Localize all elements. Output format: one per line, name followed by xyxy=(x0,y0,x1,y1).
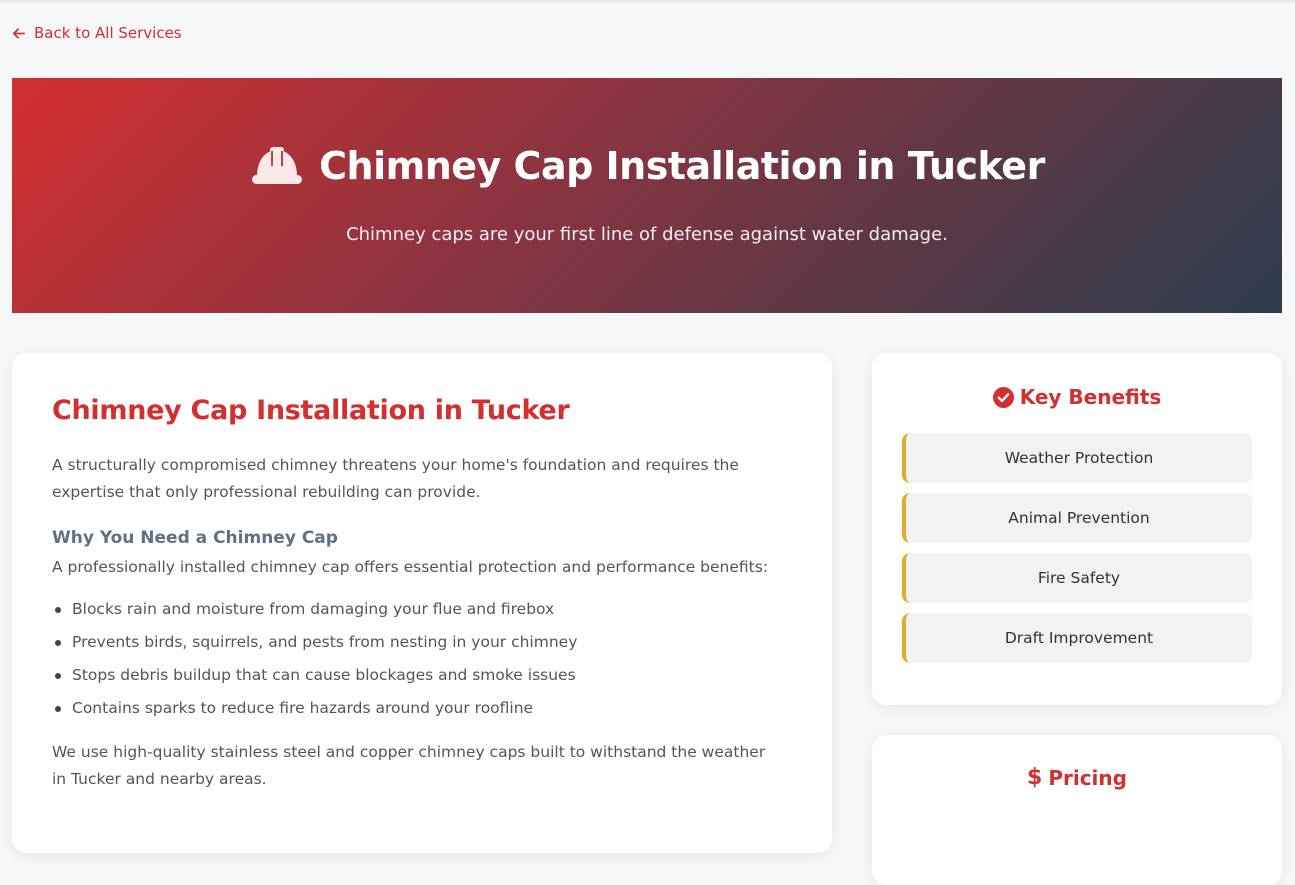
intro-paragraph: A structurally compromised chimney threa… xyxy=(52,456,739,501)
back-to-services-link[interactable]: Back to All Services xyxy=(11,24,182,42)
back-link-label: Back to All Services xyxy=(34,24,182,42)
arrow-left-icon xyxy=(12,27,25,39)
top-shadow xyxy=(0,0,1295,4)
list-item: Stops debris buildup that can cause bloc… xyxy=(52,659,792,692)
why-subheading: Why You Need a Chimney Cap xyxy=(52,528,338,548)
check-circle-icon xyxy=(992,386,1014,408)
hero-subtitle: Chimney caps are your first line of defe… xyxy=(346,224,948,245)
list-item: Prevents birds, squirrels, and pests fro… xyxy=(52,626,792,659)
closing-paragraph: We use high-quality stainless steel and … xyxy=(52,743,766,788)
benefit-item: Animal Prevention xyxy=(902,493,1252,543)
benefit-bullets: Blocks rain and moisture from damaging y… xyxy=(52,593,792,725)
lead-paragraph: A professionally installed chimney cap o… xyxy=(52,558,769,576)
hero-banner: Chimney Cap Installation in Tucker Chimn… xyxy=(12,78,1282,313)
key-benefits-card: Key Benefits Weather Protection Animal P… xyxy=(872,353,1282,705)
benefit-item: Weather Protection xyxy=(902,433,1252,483)
hero-title-row: Chimney Cap Installation in Tucker xyxy=(12,144,1282,188)
list-item: Contains sparks to reduce fire hazards a… xyxy=(52,692,792,725)
service-description-card: Chimney Cap Installation in Tucker A str… xyxy=(12,353,832,853)
list-item: Blocks rain and moisture from damaging y… xyxy=(52,593,792,626)
dollar-icon: $ xyxy=(1027,765,1043,790)
benefit-item: Draft Improvement xyxy=(902,613,1252,663)
benefit-list: Weather Protection Animal Prevention Fir… xyxy=(902,433,1252,663)
pricing-header: $ Pricing xyxy=(902,765,1252,790)
content-heading: Chimney Cap Installation in Tucker xyxy=(52,395,570,426)
hero-title: Chimney Cap Installation in Tucker xyxy=(319,144,1045,188)
key-benefits-header: Key Benefits xyxy=(902,385,1252,409)
hard-hat-icon xyxy=(252,147,303,184)
pricing-title: Pricing xyxy=(1048,765,1127,790)
benefit-item: Fire Safety xyxy=(902,553,1252,603)
key-benefits-title: Key Benefits xyxy=(1019,385,1162,409)
pricing-card: $ Pricing xyxy=(872,735,1282,885)
